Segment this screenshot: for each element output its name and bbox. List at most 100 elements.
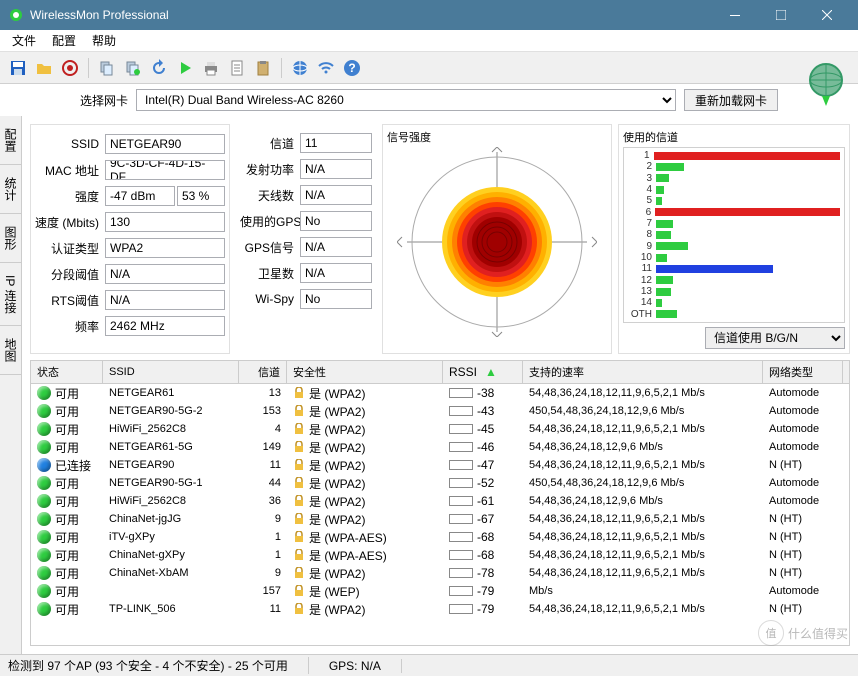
ssid-cell: ChinaNet-gXPy — [103, 549, 239, 561]
tab-ip[interactable]: IP 连接 — [0, 263, 21, 326]
channel-bar-label: 2 — [628, 161, 656, 172]
reload-adapters-button[interactable]: 重新加载网卡 — [684, 89, 778, 111]
channel-bar-label: 5 — [628, 195, 656, 206]
channel-bar-row: 10 — [628, 252, 840, 263]
speed-label: 速度 (Mbits) — [35, 214, 105, 231]
clipboard-icon[interactable] — [251, 56, 275, 80]
minimize-button[interactable] — [712, 0, 758, 30]
channel-cell: 13 — [239, 387, 287, 399]
channel-cell: 153 — [239, 405, 287, 417]
network-row[interactable]: 可用ChinaNet-XbAM9是 (WPA2)-7854,48,36,24,1… — [31, 564, 849, 582]
print-icon[interactable] — [199, 56, 223, 80]
network-row[interactable]: 可用157是 (WEP)-79 Mb/sAutomode — [31, 582, 849, 600]
rssi-cell: -52 — [443, 476, 523, 490]
play-icon[interactable] — [173, 56, 197, 80]
txpower-value: N/A — [300, 159, 372, 179]
col-type-header[interactable]: 网络类型 — [763, 361, 843, 383]
status-text: 可用 — [55, 421, 79, 438]
channel-bar — [656, 288, 671, 296]
network-row[interactable]: 可用NETGEAR90-5G-144是 (WPA2)-52450,54,48,3… — [31, 474, 849, 492]
antenna-label: 天线数 — [240, 187, 300, 204]
channel-bar-row: 3 — [628, 173, 840, 184]
help-icon[interactable]: ? — [340, 56, 364, 80]
status-dot-icon — [37, 530, 51, 544]
channel-value: 11 — [300, 133, 372, 153]
document-icon[interactable] — [225, 56, 249, 80]
copy-icon[interactable] — [95, 56, 119, 80]
type-cell: Automode — [763, 387, 843, 399]
folder-icon[interactable] — [32, 56, 56, 80]
radar-title: 信号强度 — [387, 129, 607, 145]
network-row[interactable]: 可用NETGEAR6113是 (WPA2)-3854,48,36,24,18,1… — [31, 384, 849, 402]
network-row[interactable]: 可用TP-LINK_50611是 (WPA2)-7954,48,36,24,18… — [31, 600, 849, 618]
col-rates-header[interactable]: 支持的速率 — [523, 361, 763, 383]
type-cell: Automode — [763, 585, 843, 597]
statusbar-gps: GPS: N/A — [329, 659, 402, 673]
network-row[interactable]: 可用iTV-gXPy1是 (WPA-AES)-6854,48,36,24,18,… — [31, 528, 849, 546]
channel-mode-select[interactable]: 信道使用 B/G/N — [705, 327, 845, 349]
channel-cell: 4 — [239, 423, 287, 435]
statusbar: 检测到 97 个AP (93 个安全 - 4 个不安全) - 25 个可用 GP… — [0, 654, 858, 676]
ssid-cell: iTV-gXPy — [103, 531, 239, 543]
col-ssid-header[interactable]: SSID — [103, 361, 239, 383]
channel-bar-row: 12 — [628, 275, 840, 286]
tab-map[interactable]: 地图 — [0, 326, 21, 375]
adapter-select[interactable]: Intel(R) Dual Band Wireless-AC 8260 — [136, 89, 676, 111]
rssi-cell: -38 — [443, 386, 523, 400]
rssi-cell: -78 — [443, 566, 523, 580]
network-row[interactable]: 可用NETGEAR61-5G149是 (WPA2)-4654,48,36,24,… — [31, 438, 849, 456]
gps-value: No — [300, 211, 372, 231]
sort-asc-icon: ▲ — [485, 365, 497, 379]
save-icon[interactable] — [6, 56, 30, 80]
channels-chart: 1234567891011121314OTH — [623, 147, 845, 323]
rates-cell: 54,48,36,24,18,12,11,9,6,5,2,1 Mb/s — [523, 567, 763, 579]
channel-bar-row: 9 — [628, 241, 840, 252]
network-row[interactable]: 可用NETGEAR90-5G-2153是 (WPA2)-43450,54,48,… — [31, 402, 849, 420]
channel-bar — [656, 299, 662, 307]
menu-config[interactable]: 配置 — [44, 30, 84, 51]
menu-help[interactable]: 帮助 — [84, 30, 124, 51]
adapter-row: 选择网卡 Intel(R) Dual Band Wireless-AC 8260… — [0, 84, 858, 116]
maximize-button[interactable] — [758, 0, 804, 30]
wispy-value: No — [300, 289, 372, 309]
network-row[interactable]: 可用HiWiFi_2562C84是 (WPA2)-4554,48,36,24,1… — [31, 420, 849, 438]
network-row[interactable]: 可用ChinaNet-gXPy1是 (WPA-AES)-6854,48,36,2… — [31, 546, 849, 564]
col-security-header[interactable]: 安全性 — [287, 361, 443, 383]
security-cell: 是 (WEP) — [287, 583, 443, 600]
rts-value: N/A — [105, 290, 225, 310]
status-text: 可用 — [55, 385, 79, 402]
log-icon[interactable] — [121, 56, 145, 80]
mac-value: 9C-3D-CF-4D-15-DF — [105, 160, 225, 180]
menu-file[interactable]: 文件 — [4, 30, 44, 51]
close-button[interactable] — [804, 0, 850, 30]
tab-graph[interactable]: 图形 — [0, 214, 21, 263]
window-controls — [712, 0, 850, 30]
channel-bar-label: 1 — [628, 150, 654, 161]
target-icon[interactable] — [58, 56, 82, 80]
network-row[interactable]: 已连接NETGEAR9011是 (WPA2)-4754,48,36,24,18,… — [31, 456, 849, 474]
security-cell: 是 (WPA2) — [287, 385, 443, 402]
type-cell: N (HT) — [763, 603, 843, 615]
channel-cell: 11 — [239, 603, 287, 615]
network-icon[interactable] — [288, 56, 312, 80]
network-row[interactable]: 可用ChinaNet-jgJG9是 (WPA2)-6754,48,36,24,1… — [31, 510, 849, 528]
tab-config[interactable]: 配置 — [0, 116, 21, 165]
app-title: WirelessMon Professional — [30, 8, 712, 22]
col-channel-header[interactable]: 信道 — [239, 361, 287, 383]
security-cell: 是 (WPA2) — [287, 457, 443, 474]
rates-cell: 54,48,36,24,18,12,11,9,6,5,2,1 Mb/s — [523, 423, 763, 435]
status-dot-icon — [37, 422, 51, 436]
col-rssi-header[interactable]: RSSI▲ — [443, 361, 523, 383]
col-status-header[interactable]: 状态 — [31, 361, 103, 383]
status-dot-icon — [37, 602, 51, 616]
network-row[interactable]: 可用HiWiFi_2562C836是 (WPA2)-6154,48,36,24,… — [31, 492, 849, 510]
gpssig-label: GPS信号 — [240, 239, 300, 256]
status-text: 可用 — [55, 547, 79, 564]
tab-stats[interactable]: 统计 — [0, 165, 21, 214]
rates-cell: 450,54,48,36,24,18,12,9,6 Mb/s — [523, 477, 763, 489]
wifi-icon[interactable] — [314, 56, 338, 80]
channel-label: 信道 — [240, 135, 300, 152]
status-dot-icon — [37, 494, 51, 508]
refresh-icon[interactable] — [147, 56, 171, 80]
strength-pct: 53 % — [177, 186, 225, 206]
